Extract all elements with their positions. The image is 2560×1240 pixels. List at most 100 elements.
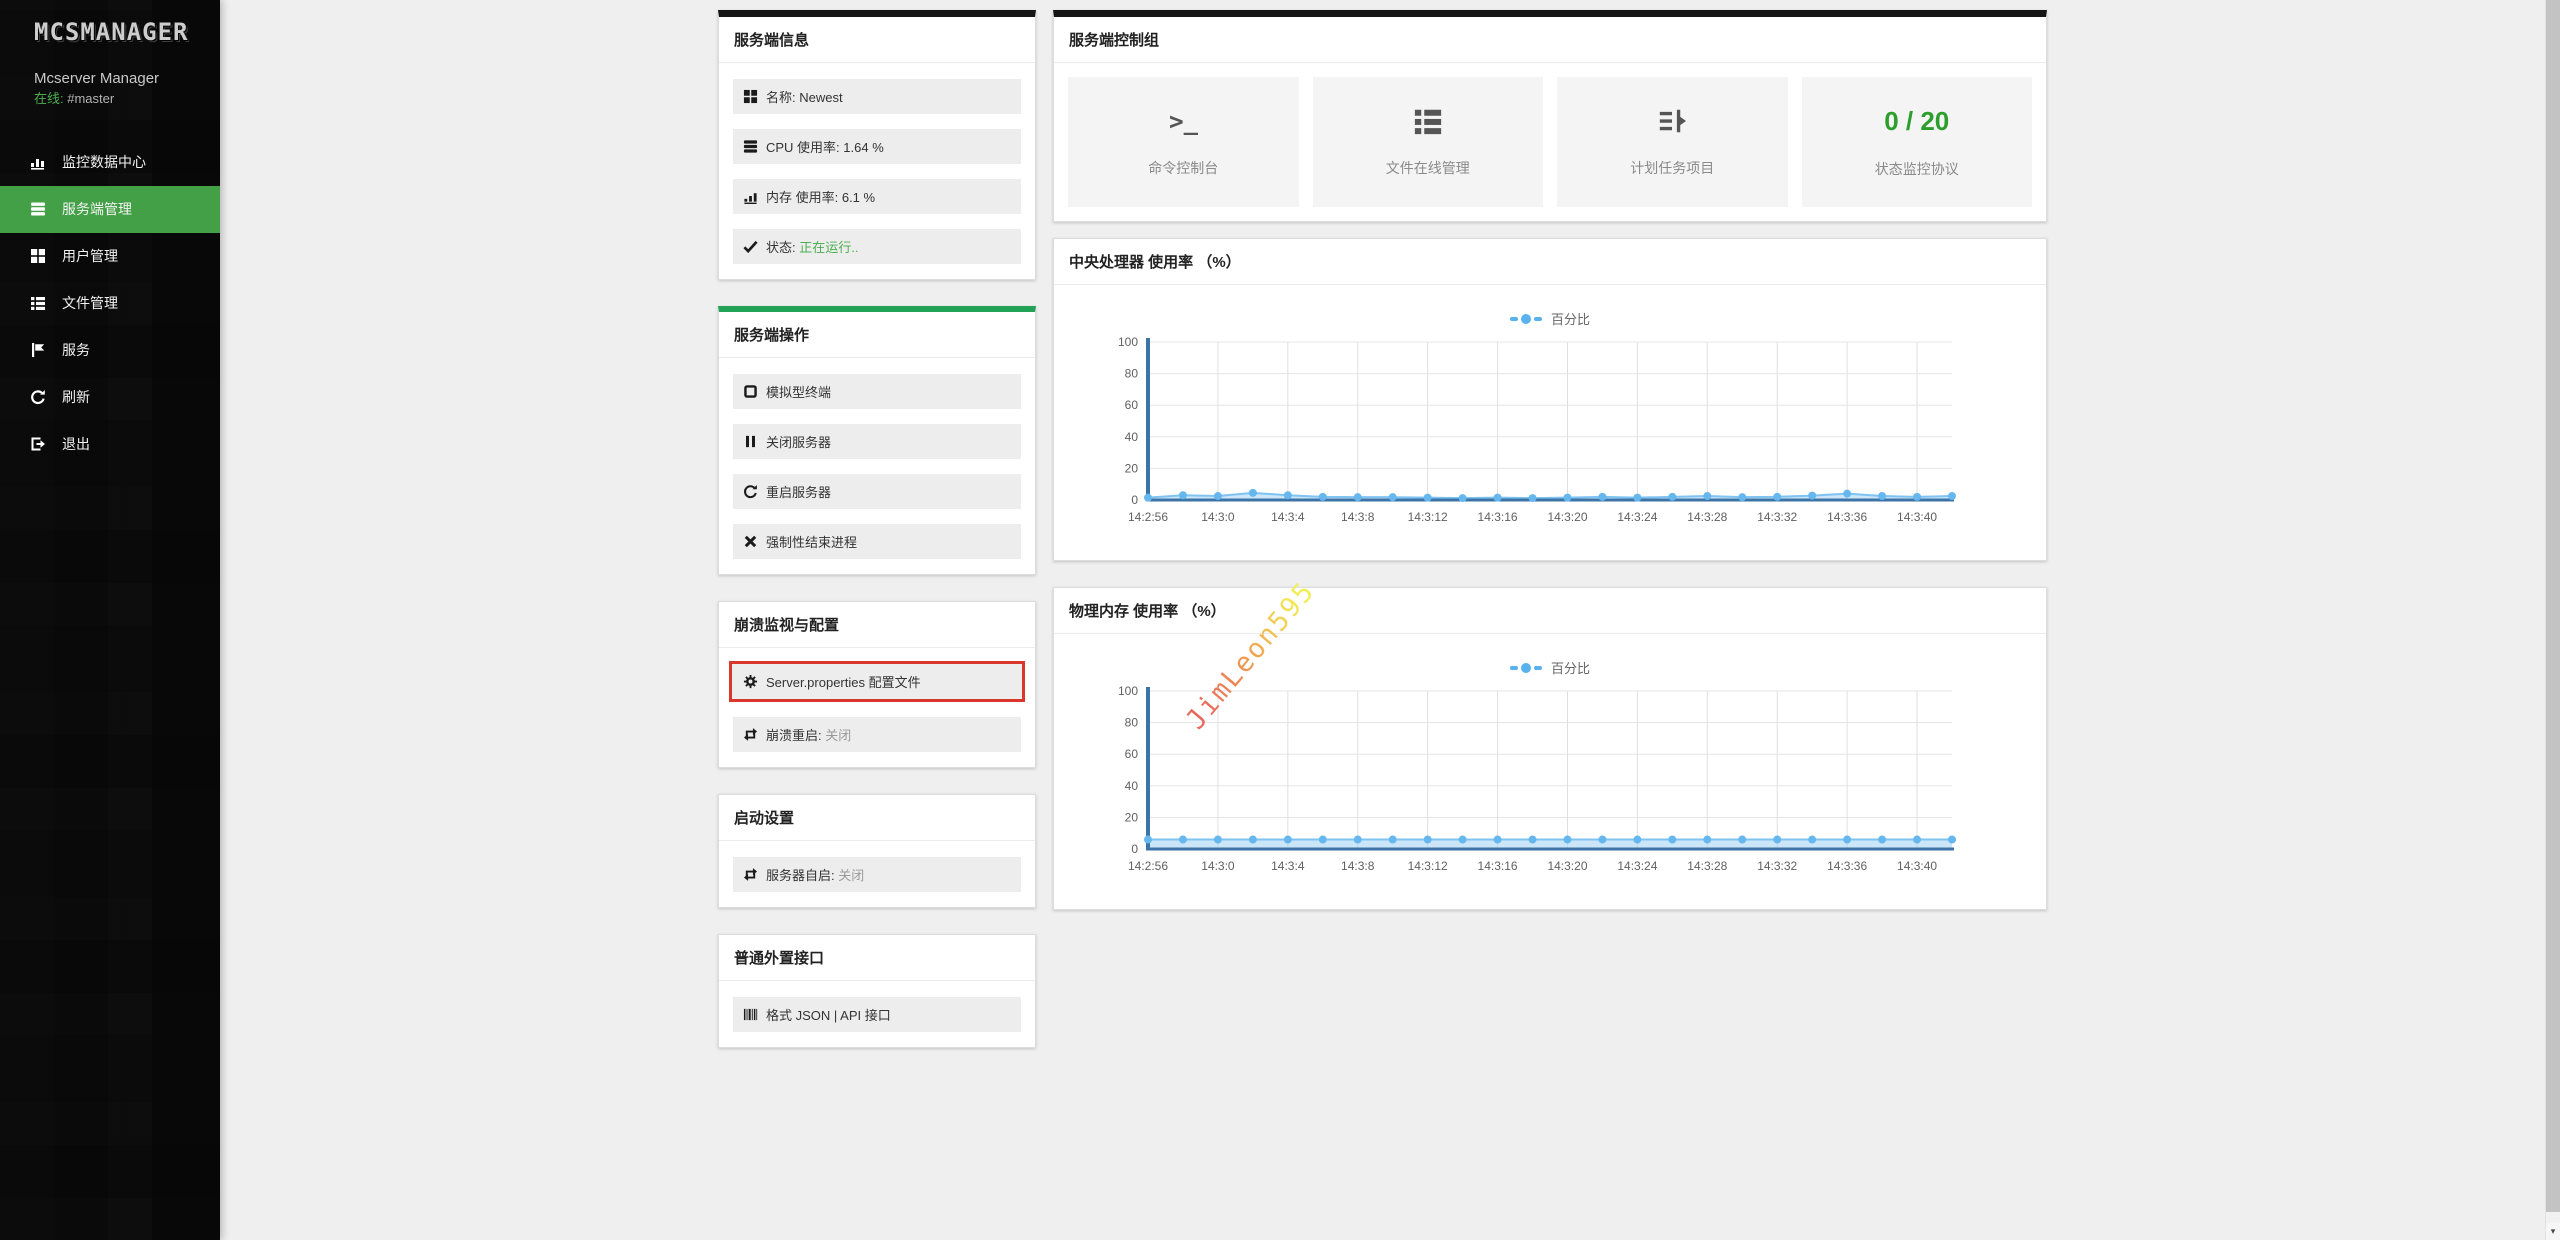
panel-cpu-chart: 中央处理器 使用率 （%） 百分比 14:2:5614:3:014:3:414:… [1053, 238, 2047, 561]
online-status: 在线: #master [34, 90, 210, 109]
app-logo: MCSMANAGER [0, 0, 220, 46]
sidebar-subtitle-block: Mcserver Manager 在线: #master [0, 46, 220, 109]
panel-title: 普通外置接口 [719, 935, 1035, 981]
tasks-icon [1657, 106, 1687, 136]
row-square-actions[interactable]: 模拟型终端 [733, 374, 1021, 409]
row-gear-crash[interactable]: Server.properties 配置文件 [729, 661, 1025, 702]
row-barcode-api[interactable]: 格式 JSON | API 接口 [733, 997, 1021, 1032]
status-protocol-count: 0 / 20 [1884, 106, 1949, 137]
row-value: 关闭 [838, 865, 864, 884]
row-refresh-actions[interactable]: 重启服务器 [733, 474, 1021, 509]
panel-server-info: 服务端信息 名称: Newest CPU 使用率: 1.64 % 内存 使用率: 6… [718, 10, 1036, 280]
sidebar-item-user-manage[interactable]: 用户管理 [0, 233, 220, 280]
row-label: 关闭服务器 [766, 432, 831, 451]
panel-control-group: 服务端控制组 >_ 命令控制台 文件在线管理计划任务项目 0 / 20 状态监控协议 [1053, 10, 2047, 222]
sidebar-item-label: 文件管理 [62, 293, 118, 313]
svg-text:14:3:12: 14:3:12 [1408, 859, 1448, 873]
tile-status-monitor[interactable]: 0 / 20 状态监控协议 [1802, 77, 2033, 207]
row-label: 服务器自启: [766, 865, 838, 884]
tile-label: 状态监控协议 [1875, 159, 1959, 179]
check-icon [743, 239, 758, 254]
legend-marker-icon [1510, 317, 1518, 321]
tile-command-console[interactable]: >_ 命令控制台 [1068, 77, 1299, 207]
row-chart-bars-info[interactable]: 内存 使用率: 6.1 % [733, 179, 1021, 214]
svg-text:14:3:20: 14:3:20 [1547, 510, 1587, 524]
sidebar-item-file-manage[interactable]: 文件管理 [0, 280, 220, 327]
cpu-usage-chart: 14:2:5614:3:014:3:414:3:814:3:1214:3:161… [1070, 334, 2030, 546]
refresh-icon [743, 484, 758, 499]
sidebar-item-label: 服务 [62, 340, 90, 360]
svg-text:14:3:4: 14:3:4 [1271, 510, 1305, 524]
x-icon [743, 534, 758, 549]
panel-external-api: 普通外置接口 格式 JSON | API 接口 [718, 934, 1036, 1048]
svg-text:14:3:8: 14:3:8 [1341, 859, 1375, 873]
legend-marker-icon [1534, 666, 1542, 670]
sidebar-item-label: 监控数据中心 [62, 152, 146, 172]
row-check-info[interactable]: 状态: 正在运行.. [733, 229, 1021, 264]
svg-text:40: 40 [1125, 779, 1139, 793]
row-label: 重启服务器 [766, 482, 831, 501]
svg-text:14:3:0: 14:3:0 [1201, 859, 1235, 873]
server-icon [30, 201, 46, 217]
tile-scheduled-tasks[interactable]: 计划任务项目 [1557, 77, 1788, 207]
row-grid-info[interactable]: 名称: Newest [733, 79, 1021, 114]
sidebar-item-services[interactable]: 服务 [0, 327, 220, 374]
svg-text:100: 100 [1118, 335, 1138, 349]
memory-chart-legend[interactable]: 百分比 [1054, 634, 2046, 683]
panel-startup-settings: 启动设置 服务器自启: 关闭 [718, 794, 1036, 908]
panel-server-actions: 服务端操作 模拟型终端关闭服务器重启服务器强制性结束进程 [718, 306, 1036, 575]
svg-text:60: 60 [1125, 747, 1139, 761]
svg-text:14:3:36: 14:3:36 [1827, 510, 1867, 524]
svg-text:20: 20 [1125, 810, 1139, 824]
svg-text:>_: >_ [1169, 106, 1198, 135]
row-value: 关闭 [825, 725, 851, 744]
crash-config-rows: Server.properties 配置文件崩溃重启: 关闭 [719, 648, 1035, 767]
cpu-chart-legend[interactable]: 百分比 [1054, 285, 2046, 334]
startup-rows: 服务器自启: 关闭 [719, 841, 1035, 907]
tile-label: 计划任务项目 [1630, 158, 1714, 178]
repeat-icon [743, 727, 758, 742]
sidebar-item-refresh[interactable]: 刷新 [0, 374, 220, 421]
sidebar-item-monitor-center[interactable]: 监控数据中心 [0, 139, 220, 186]
sign-out-icon [30, 436, 46, 452]
svg-text:100: 100 [1118, 684, 1138, 698]
svg-text:14:3:28: 14:3:28 [1687, 510, 1727, 524]
svg-text:14:3:20: 14:3:20 [1547, 859, 1587, 873]
memory-usage-chart: 14:2:5614:3:014:3:414:3:814:3:1214:3:161… [1070, 683, 2030, 895]
scrollbar-thumb[interactable] [2546, 0, 2560, 1212]
scroll-down-arrow-icon[interactable]: ▾ [2546, 1223, 2560, 1240]
panel-title: 服务端控制组 [1054, 17, 2046, 63]
grid-icon [743, 89, 758, 104]
svg-text:14:3:28: 14:3:28 [1687, 859, 1727, 873]
row-repeat-crash[interactable]: 崩溃重启: 关闭 [733, 717, 1021, 752]
legend-marker-icon [1521, 663, 1531, 673]
panel-crash-config: 崩溃监视与配置 Server.properties 配置文件崩溃重启: 关闭 [718, 601, 1036, 768]
server-info-rows: 名称: Newest CPU 使用率: 1.64 % 内存 使用率: 6.1 % 状态… [719, 63, 1035, 279]
panel-title: 服务端信息 [719, 17, 1035, 63]
row-x-actions[interactable]: 强制性结束进程 [733, 524, 1021, 559]
svg-text:14:3:0: 14:3:0 [1201, 510, 1235, 524]
svg-text:14:3:16: 14:3:16 [1478, 510, 1518, 524]
svg-text:14:3:32: 14:3:32 [1757, 510, 1797, 524]
row-pause-actions[interactable]: 关闭服务器 [733, 424, 1021, 459]
svg-text:0: 0 [1131, 493, 1138, 507]
sidebar-item-exit[interactable]: 退出 [0, 421, 220, 468]
panel-title: 启动设置 [719, 795, 1035, 841]
vertical-scrollbar[interactable]: ▾ [2545, 0, 2560, 1240]
row-label: 状态: [766, 237, 799, 256]
row-label: 崩溃重启: [766, 725, 825, 744]
tile-label: 命令控制台 [1148, 158, 1218, 178]
row-server-info[interactable]: CPU 使用率: 1.64 % [733, 129, 1021, 164]
pause-icon [743, 434, 758, 449]
control-tiles: >_ 命令控制台 文件在线管理计划任务项目 0 / 20 状态监控协议 [1054, 63, 2046, 221]
panel-title: 服务端操作 [719, 312, 1035, 358]
row-label: 强制性结束进程 [766, 532, 857, 551]
sidebar-menu: 监控数据中心服务端管理用户管理文件管理服务刷新退出 [0, 139, 220, 468]
sidebar-item-server-manage[interactable]: 服务端管理 [0, 186, 220, 233]
tile-file-online-manage[interactable]: 文件在线管理 [1313, 77, 1544, 207]
chart-title: 物理内存 使用率 （%） [1054, 588, 2046, 634]
list-icon [30, 295, 46, 311]
row-repeat-startup[interactable]: 服务器自启: 关闭 [733, 857, 1021, 892]
legend-marker-icon [1534, 317, 1542, 321]
online-value: #master [67, 91, 114, 106]
